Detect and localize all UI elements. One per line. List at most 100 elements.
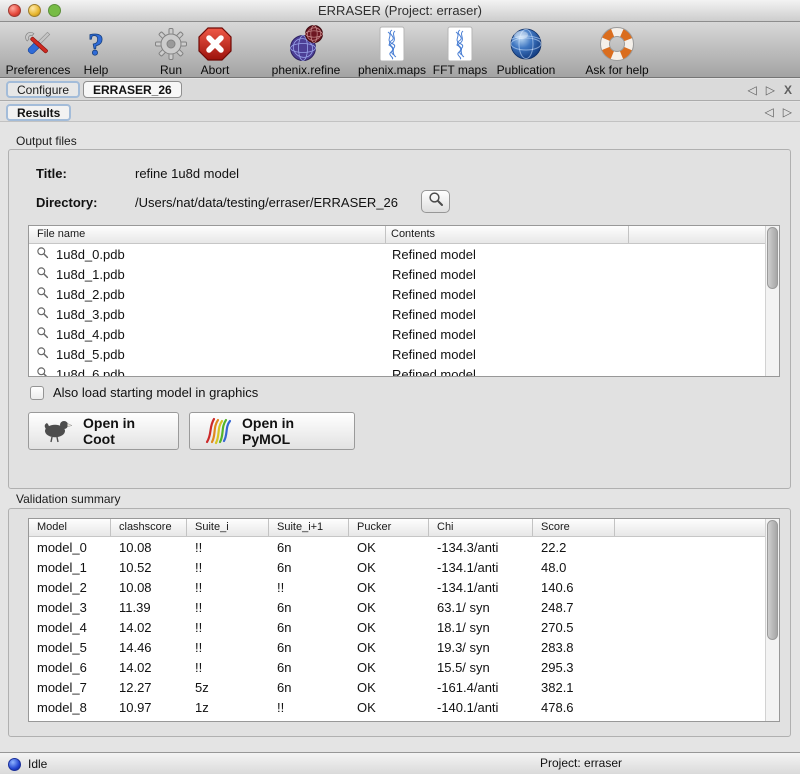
cell-clashscore: 14.46	[111, 640, 187, 655]
tab-close-icon[interactable]: X	[784, 83, 792, 97]
cell-clashscore: 11.39	[111, 600, 187, 615]
file-row[interactable]: 1u8d_1.pdb Refined model	[29, 264, 779, 284]
validation-summary-group-label: Validation summary	[16, 492, 120, 506]
column-header-suite-i1[interactable]: Suite_i+1	[269, 519, 349, 536]
ask-for-help-button[interactable]: Ask for help	[574, 24, 660, 77]
validation-table-scrollbar[interactable]	[765, 519, 779, 721]
tab-erraser-26[interactable]: ERRASER_26	[83, 81, 182, 98]
cell-suite-i: !!	[187, 580, 269, 595]
fft-maps-button[interactable]: FFT maps	[430, 24, 490, 77]
magnifier-icon	[36, 306, 49, 322]
cell-model: start_min	[29, 720, 111, 723]
cell-model: model_8	[29, 700, 111, 715]
minimize-window-button[interactable]	[28, 4, 41, 17]
column-header-empty[interactable]	[615, 519, 779, 536]
cell-chi: -161.4/anti	[429, 680, 533, 695]
help-button[interactable]: ? Help	[74, 24, 118, 77]
tab-scroll-right-icon[interactable]: ▷	[766, 83, 775, 97]
close-window-button[interactable]	[8, 4, 21, 17]
validation-row[interactable]: model_2 10.08 !! !! OK -134.1/anti 140.6	[29, 577, 779, 597]
cell-pucker: OK	[349, 720, 429, 723]
toolbar: Preferences ? Help	[0, 22, 800, 78]
load-starting-model-checkbox[interactable]	[30, 386, 44, 400]
cell-score: 295.3	[533, 660, 615, 675]
cell-clashscore: 10.08	[111, 720, 187, 723]
file-contents: Refined model	[386, 307, 629, 322]
file-contents: Refined model	[386, 367, 629, 378]
column-header-model[interactable]: Model	[29, 519, 111, 536]
browse-directory-button[interactable]	[421, 190, 450, 213]
validation-row[interactable]: start_min 10.08 !! 6n OK -134.3/anti 0.0	[29, 717, 779, 722]
cell-chi: -134.1/anti	[429, 580, 533, 595]
validation-row[interactable]: model_8 10.97 1z !! OK -140.1/anti 478.6	[29, 697, 779, 717]
column-header-score[interactable]: Score	[533, 519, 615, 536]
open-in-coot-label: Open in Coot	[83, 415, 165, 447]
validation-row[interactable]: model_6 14.02 !! 6n OK 15.5/ syn 295.3	[29, 657, 779, 677]
file-row[interactable]: 1u8d_5.pdb Refined model	[29, 344, 779, 364]
tab-scroll-left-icon[interactable]: ◁	[748, 83, 757, 97]
cell-suite-i: !!	[187, 640, 269, 655]
globe-icon	[488, 24, 564, 62]
open-in-pymol-label: Open in PyMOL	[242, 415, 341, 447]
preferences-button[interactable]: Preferences	[2, 24, 74, 77]
sub-tab-scroll-right-icon[interactable]: ▷	[783, 105, 792, 119]
phenix-maps-label: phenix.maps	[354, 63, 430, 77]
validation-table-scrollbar-thumb[interactable]	[767, 520, 778, 640]
run-button[interactable]: Run	[148, 24, 194, 77]
fft-maps-label: FFT maps	[430, 63, 490, 77]
sub-tab-scroll-left-icon[interactable]: ◁	[765, 105, 774, 119]
file-row[interactable]: 1u8d_4.pdb Refined model	[29, 324, 779, 344]
file-table-scrollbar[interactable]	[765, 226, 779, 376]
file-row[interactable]: 1u8d_0.pdb Refined model	[29, 244, 779, 264]
file-contents: Refined model	[386, 267, 629, 282]
map-mesh-icon	[430, 24, 490, 62]
window-title: ERRASER (Project: erraser)	[0, 0, 800, 21]
validation-table[interactable]: Model clashscore Suite_i Suite_i+1 Pucke…	[28, 518, 780, 722]
validation-row[interactable]: model_5 14.46 !! 6n OK 19.3/ syn 283.8	[29, 637, 779, 657]
status-dot-icon	[8, 758, 21, 771]
cell-clashscore: 10.97	[111, 700, 187, 715]
validation-row[interactable]: model_7 12.27 5z 6n OK -161.4/anti 382.1	[29, 677, 779, 697]
abort-button[interactable]: Abort	[192, 24, 238, 77]
phenix-refine-button[interactable]: phenix.refine	[260, 24, 352, 77]
column-header-contents[interactable]: Contents	[386, 226, 629, 243]
cell-chi: -140.1/anti	[429, 700, 533, 715]
file-table-scrollbar-thumb[interactable]	[767, 227, 778, 289]
cell-suite-i: !!	[187, 620, 269, 635]
map-mesh-icon	[354, 24, 430, 62]
zoom-window-button[interactable]	[48, 4, 61, 17]
file-row[interactable]: 1u8d_3.pdb Refined model	[29, 304, 779, 324]
cell-suite-i: !!	[187, 720, 269, 723]
pymol-ribbon-icon	[203, 415, 233, 448]
cell-suite-i1: 6n	[269, 660, 349, 675]
cell-clashscore: 10.08	[111, 540, 187, 555]
validation-row[interactable]: model_3 11.39 !! 6n OK 63.1/ syn 248.7	[29, 597, 779, 617]
open-in-pymol-button[interactable]: Open in PyMOL	[189, 412, 355, 450]
refine-spheres-icon	[260, 24, 352, 62]
cell-chi: -134.3/anti	[429, 720, 533, 723]
column-header-suite-i[interactable]: Suite_i	[187, 519, 269, 536]
file-row[interactable]: 1u8d_6.pdb Refined model	[29, 364, 779, 377]
file-row[interactable]: 1u8d_2.pdb Refined model	[29, 284, 779, 304]
cell-model: model_3	[29, 600, 111, 615]
column-header-clashscore[interactable]: clashscore	[111, 519, 187, 536]
validation-row[interactable]: model_0 10.08 !! 6n OK -134.3/anti 22.2	[29, 537, 779, 557]
tab-results[interactable]: Results	[6, 104, 71, 121]
load-starting-model-label: Also load starting model in graphics	[53, 385, 258, 400]
validation-row[interactable]: model_1 10.52 !! 6n OK -134.1/anti 48.0	[29, 557, 779, 577]
phenix-maps-button[interactable]: phenix.maps	[354, 24, 430, 77]
file-name: 1u8d_5.pdb	[56, 347, 125, 362]
lifebuoy-icon	[574, 24, 660, 62]
column-header-file-name[interactable]: File name	[29, 226, 386, 243]
output-files-table[interactable]: File name Contents 1u8d_0.pdb Refined mo…	[28, 225, 780, 377]
column-header-empty[interactable]	[629, 226, 779, 243]
tab-configure[interactable]: Configure	[6, 81, 80, 98]
column-header-chi[interactable]: Chi	[429, 519, 533, 536]
validation-row[interactable]: model_4 14.02 !! 6n OK 18.1/ syn 270.5	[29, 617, 779, 637]
cell-chi: 15.5/ syn	[429, 660, 533, 675]
publication-button[interactable]: Publication	[488, 24, 564, 77]
open-in-coot-button[interactable]: Open in Coot	[28, 412, 179, 450]
column-header-pucker[interactable]: Pucker	[349, 519, 429, 536]
validation-table-header: Model clashscore Suite_i Suite_i+1 Pucke…	[29, 519, 779, 537]
status-bar: Idle Project: erraser	[0, 752, 800, 774]
